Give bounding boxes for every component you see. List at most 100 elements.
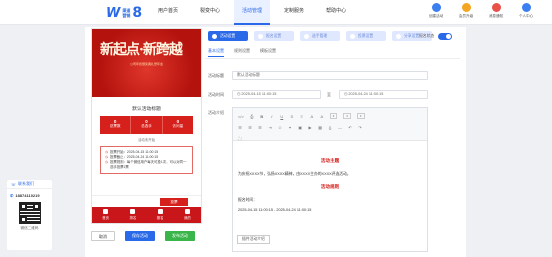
nav-user-home[interactable]: 用户首页: [150, 0, 186, 25]
step-circle-icon: [396, 33, 401, 39]
toggle-label: 报名状态: [419, 34, 435, 38]
mobile-preview: 新起点·新跨越 公司年终颁奖典礼暨年会 默认活动标题 0 总票数 0 总选手 0 访问…: [91, 28, 202, 224]
tab-home[interactable]: 首页: [92, 207, 119, 223]
content-paragraph: 2025-04-15 11:00:15 - 2025-04-24 11:00:1…: [238, 208, 312, 212]
cancel-button[interactable]: 取消: [91, 231, 115, 241]
table-icon[interactable]: ▦: [318, 125, 322, 130]
fullscreen-icon[interactable]: ⛶: [238, 136, 242, 141]
rank-icon: [130, 209, 136, 214]
banner-subtitle: 公司年终颁奖典礼暨年会: [129, 62, 163, 66]
tab-basic-settings[interactable]: 基本设置: [208, 48, 224, 57]
align-right-icon[interactable]: ☰: [258, 125, 262, 130]
editor-toolbar: </> ⎙ B I U S ≡ A A ▾ ▾ ▾ ☰ ☰ ☰ ⇥ ☺ ⚭ ▣ …: [233, 108, 427, 141]
html-icon[interactable]: </>: [238, 114, 244, 119]
tab-rank[interactable]: 排名: [119, 207, 146, 223]
home-icon: [103, 209, 109, 214]
divider-icon[interactable]: —: [338, 125, 342, 130]
plus-doc-icon: [431, 3, 441, 12]
main-nav: 用户首页 裂变中心 活动管理 定制服务 帮助中心: [150, 0, 360, 25]
color-icon[interactable]: A: [310, 114, 314, 119]
print-icon[interactable]: ⎙: [250, 114, 254, 119]
publish-activity-button[interactable]: 发布活动: [165, 231, 195, 241]
wechat-qr-code: [18, 202, 41, 224]
link-icon[interactable]: ⚭: [288, 125, 292, 130]
start-time-input[interactable]: ◷ 2025-04-15 11:00:15: [232, 90, 321, 99]
font-size-select[interactable]: ▾: [343, 113, 352, 119]
tool-create-activity[interactable]: 创建活动: [424, 3, 448, 19]
preview-activity-title: 默认活动标题: [132, 107, 161, 112]
tab-mine[interactable]: 我的: [174, 207, 201, 223]
step-signup-settings[interactable]: 报名设置: [254, 31, 294, 41]
stat-total-players: 0 总选手: [131, 116, 163, 134]
step-vote-settings[interactable]: 投票设置: [346, 31, 386, 41]
strike-icon[interactable]: S: [290, 114, 294, 119]
undo-icon[interactable]: ↶: [348, 125, 352, 130]
user-icon: [521, 3, 531, 12]
content-heading-theme: 活动主题: [320, 158, 340, 163]
tool-user-center[interactable]: 个人中心: [514, 3, 538, 19]
step-player-manage[interactable]: 选手管理: [300, 31, 340, 41]
emoji-icon[interactable]: ☺: [278, 125, 282, 130]
rich-text-editor[interactable]: </> ⎙ B I U S ≡ A A ▾ ▾ ▾ ☰ ☰ ☰ ⇥ ☺ ⚭ ▣ …: [232, 107, 428, 252]
logo-w-mark: W: [106, 5, 121, 21]
stat-visits: 0 访问量: [172, 119, 184, 128]
bold-icon[interactable]: B: [260, 114, 264, 119]
logo[interactable]: W 渠道 营销 8: [106, 5, 142, 21]
step-circle-icon: [350, 33, 355, 39]
step-tabs: 活动设置 报名设置 选手管理 投票设置 分享设置: [208, 31, 432, 41]
line-height-select[interactable]: ▾: [357, 113, 365, 119]
rule-icon: ◷: [105, 160, 108, 164]
user-icon: [184, 209, 190, 214]
tab-template-settings[interactable]: 模板设置: [260, 48, 276, 57]
nav-activity-manage[interactable]: 活动管理: [234, 0, 271, 25]
contact-phone: 18874110219: [15, 193, 40, 198]
preview-banner: 新起点·新跨越 公司年终颁奖典礼暨年会: [92, 29, 201, 97]
editor-content[interactable]: 活动主题 为庆祝XXXX节，弘扬XXXX精神，由XXXX主办的XXXX评选活动。…: [233, 141, 427, 227]
intro-label: 活动介绍: [208, 110, 224, 115]
video-icon[interactable]: ▶: [308, 125, 312, 130]
align-left-icon[interactable]: ☰: [238, 125, 242, 130]
list-icon[interactable]: ≡: [300, 114, 304, 119]
title-input[interactable]: 默认活动标题: [232, 71, 428, 80]
image-icon[interactable]: ▣: [298, 125, 302, 130]
nav-fission[interactable]: 裂变中心: [192, 0, 228, 25]
save-activity-button[interactable]: 保存活动: [125, 231, 155, 241]
preview-tabbar: 首页 排名 报名 我的: [92, 207, 201, 223]
nav-custom-service[interactable]: 定制服务: [276, 0, 312, 25]
nav-help[interactable]: 帮助中心: [318, 0, 354, 25]
redo-icon[interactable]: ↷: [358, 125, 362, 130]
header-tools: 创建活动 会员升级 消息通知 个人中心: [424, 3, 538, 19]
activity-status: 活动未开始: [138, 138, 155, 142]
sub-tabs: 基本设置 规则设置 模板设置: [208, 48, 276, 57]
step-circle-icon: [212, 33, 217, 39]
align-center-icon[interactable]: ☰: [248, 125, 252, 130]
step-activity-settings[interactable]: 活动设置: [208, 31, 248, 41]
italic-icon[interactable]: I: [270, 114, 274, 119]
font-family-select[interactable]: ▾: [329, 113, 338, 119]
content-paragraph: 报名时间：: [238, 198, 257, 202]
top-navbar: W 渠道 营销 8 用户首页 裂变中心 活动管理 定制服务 帮助中心 创建活动 …: [0, 0, 552, 25]
tab-signup[interactable]: 报名: [147, 207, 174, 223]
preview-vote-button[interactable]: 投票: [160, 198, 188, 206]
bg-color-icon[interactable]: A: [320, 114, 324, 119]
phone-icon: ✆: [10, 193, 14, 198]
vote-info-box: ◷ 投票开始：2025-04-15 11:00:15 ◷ 投票截止：2025-04-…: [100, 146, 193, 174]
insert-intro-button[interactable]: 插件活动介绍: [237, 235, 270, 244]
indent-icon[interactable]: ⇥: [268, 125, 272, 130]
tool-member-upgrade[interactable]: 会员升级: [454, 3, 478, 19]
stat-total-votes: 0 总票数: [100, 116, 132, 134]
contact-card: ☏ 联系我们 ✆ 18874110219 微信二维码: [7, 180, 52, 250]
code-icon[interactable]: {}: [328, 125, 332, 130]
chat-icon: ☏: [11, 181, 17, 187]
underline-icon[interactable]: U: [280, 114, 284, 119]
bottom-actions: 取消 保存活动 发布活动: [91, 231, 195, 241]
end-time-input[interactable]: ◷ 2025-04-24 11:00:15: [339, 90, 428, 99]
step-circle-icon: [304, 33, 309, 39]
tab-rule-settings[interactable]: 规则设置: [234, 48, 250, 57]
divider: [205, 58, 460, 59]
tool-notifications[interactable]: 消息通知: [484, 3, 508, 19]
title-label: 活动标题: [208, 73, 224, 78]
content-heading-rules: 活动规则: [320, 184, 340, 189]
status-toggle[interactable]: [438, 33, 453, 40]
crown-icon: [461, 3, 471, 12]
